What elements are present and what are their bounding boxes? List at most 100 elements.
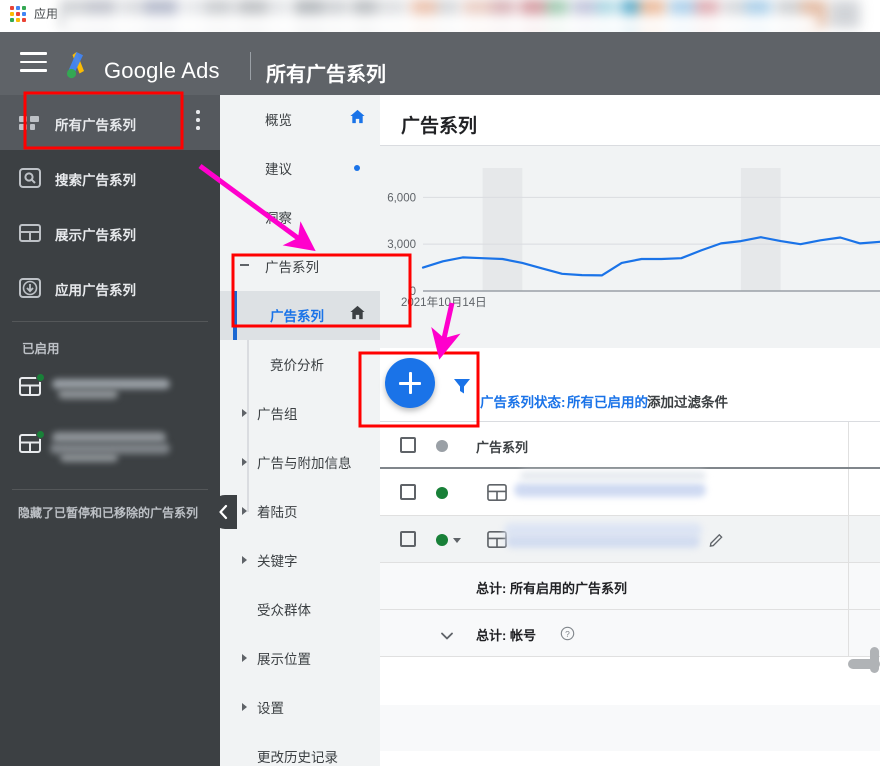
- performance-line-chart[interactable]: 03,0006,0002021年10月14日: [380, 146, 880, 348]
- search-campaign-icon: [19, 168, 41, 188]
- filter-funnel-icon[interactable]: [452, 376, 472, 396]
- edit-pencil-icon[interactable]: [709, 532, 724, 547]
- redacted-campaign-name: [52, 432, 166, 443]
- chevron-right-icon[interactable]: [242, 703, 247, 711]
- redacted-campaign-name: [520, 471, 706, 481]
- nav-item-settings[interactable]: 设置: [220, 683, 380, 732]
- more-options-icon[interactable]: [196, 110, 200, 136]
- nav-item-keywords[interactable]: 关键字: [220, 536, 380, 585]
- chevron-right-icon[interactable]: [242, 556, 247, 564]
- nav-item-label: 设置: [257, 701, 284, 716]
- redacted-campaign-name: [52, 379, 170, 389]
- nav-item-recommendations[interactable]: 建议: [220, 144, 380, 193]
- status-dropdown-icon[interactable]: [453, 538, 461, 543]
- nav-item-campaigns[interactable]: 广告系列: [220, 291, 380, 340]
- nav-item-label: 概览: [265, 113, 292, 128]
- chevron-right-icon[interactable]: [242, 409, 247, 417]
- y-axis-tick-label: 6,000: [387, 192, 416, 204]
- app-root: 应用 Google Ads 所有广告系列 所有广告系列 搜索广告系列 展示广告系…: [0, 0, 880, 766]
- nav-item-landing-pages[interactable]: 着陆页: [220, 487, 380, 536]
- column-divider: [848, 469, 849, 516]
- select-all-checkbox[interactable]: [400, 437, 416, 453]
- sidebar-campaign-item[interactable]: [0, 420, 220, 477]
- weekend-band: [740, 168, 781, 291]
- status-dot-enabled: [36, 373, 45, 382]
- bookmark-blur-sheen: [60, 14, 820, 32]
- home-icon[interactable]: [349, 304, 366, 321]
- nav-item-label: 广告系列: [270, 309, 324, 324]
- chevron-right-icon[interactable]: [242, 654, 247, 662]
- account-title: 所有广告系列: [266, 64, 386, 86]
- status-dot-enabled[interactable]: [436, 534, 448, 546]
- row-checkbox[interactable]: [400, 484, 416, 500]
- nav-item-campaigns-group[interactable]: 广告系列: [220, 242, 380, 291]
- apps-grid-icon[interactable]: [10, 6, 28, 24]
- nav-item-label: 竞价分析: [270, 358, 324, 373]
- nav-item-ads-and-extensions[interactable]: 广告与附加信息: [220, 438, 380, 487]
- nav-item-insights[interactable]: 洞察: [220, 193, 380, 242]
- sidebar-item-all-campaigns[interactable]: 所有广告系列: [0, 95, 220, 150]
- page-nav: 概览 建议 洞察 广告系列 广告系列 竞价分析 广告组 广告与附加信息 着陆页 …: [220, 95, 380, 766]
- nav-item-label: 着陆页: [257, 505, 298, 520]
- nav-item-label: 受众群体: [257, 603, 311, 618]
- nav-item-label: 广告系列: [265, 260, 319, 275]
- bookmark-apps-label[interactable]: 应用: [34, 5, 58, 22]
- nav-item-label: 更改历史记录: [257, 750, 338, 765]
- redacted-campaign-name: [506, 535, 700, 548]
- row-checkbox[interactable]: [400, 531, 416, 547]
- redacted-campaign-name: [514, 483, 706, 497]
- sidebar-section-header: 已启用: [22, 342, 60, 356]
- nav-item-change-history[interactable]: 更改历史记录: [220, 732, 380, 766]
- table-row[interactable]: [380, 469, 880, 516]
- app-campaign-icon: [19, 278, 41, 298]
- y-axis-tick-label: 3,000: [387, 239, 416, 251]
- filter-chip-value[interactable]: 所有已启用的: [567, 391, 648, 411]
- nav-item-placements[interactable]: 展示位置: [220, 634, 380, 683]
- sidebar-collapse-button[interactable]: [211, 495, 237, 529]
- add-filter-button[interactable]: 添加过滤条件: [647, 391, 728, 411]
- sidebar-item-search-campaigns[interactable]: 搜索广告系列: [0, 150, 220, 205]
- column-header-campaign[interactable]: 广告系列: [476, 437, 528, 456]
- sidebar-item-display-campaigns[interactable]: 展示广告系列: [0, 205, 220, 260]
- account-sidebar: 所有广告系列 搜索广告系列 展示广告系列 应用广告系列 已启用 隐藏了已暂停和已…: [0, 95, 220, 766]
- home-icon[interactable]: [349, 108, 366, 125]
- all-campaigns-icon: [19, 116, 39, 130]
- table-row[interactable]: [380, 516, 880, 563]
- display-campaign-icon: [487, 483, 507, 502]
- chevron-right-icon[interactable]: [242, 507, 247, 515]
- app-header: Google Ads 所有广告系列: [0, 32, 880, 95]
- status-dot-enabled[interactable]: [436, 487, 448, 499]
- nav-item-ad-groups[interactable]: 广告组: [220, 389, 380, 438]
- filter-toolbar: [380, 349, 880, 422]
- help-circle-icon[interactable]: ?: [560, 626, 575, 641]
- vertical-scrollbar-track[interactable]: [868, 95, 880, 766]
- nav-item-auction-insights[interactable]: 竞价分析: [220, 340, 380, 389]
- sidebar-item-label: 应用广告系列: [55, 283, 136, 298]
- nav-item-overview[interactable]: 概览: [220, 95, 380, 144]
- total-enabled-label: 总计: 所有启用的广告系列: [476, 581, 627, 596]
- nav-item-audiences[interactable]: 受众群体: [220, 585, 380, 634]
- campaigns-table: 广告系列 总计: 所有启用的广告系列 总计: 帐号 ?: [380, 422, 880, 751]
- main-content: 广告系列 0 3,000 6,000 2021年10月14日 广告系列状态: 所有已启…: [380, 95, 880, 766]
- table-header-row: 广告系列: [380, 422, 880, 469]
- nav-item-label: 关键字: [257, 554, 298, 569]
- chevron-down-icon[interactable]: [240, 264, 249, 266]
- chevron-right-icon[interactable]: [242, 458, 247, 466]
- add-campaign-button[interactable]: [385, 358, 435, 408]
- table-blank-row-2: [380, 705, 880, 751]
- sidebar-campaign-item[interactable]: [0, 363, 220, 420]
- vertical-scrollbar-thumb[interactable]: [870, 647, 879, 673]
- total-account-row: 总计: 帐号 ?: [380, 610, 880, 657]
- chevron-left-icon: [219, 504, 228, 520]
- total-account-label: 总计: 帐号: [476, 628, 536, 643]
- chevron-down-icon[interactable]: [438, 627, 456, 645]
- google-ads-logo: [66, 52, 84, 79]
- column-divider: [848, 516, 849, 563]
- status-dot-enabled: [36, 430, 45, 439]
- column-divider: [848, 610, 849, 657]
- hamburger-icon[interactable]: [20, 52, 47, 74]
- sidebar-item-app-campaigns[interactable]: 应用广告系列: [0, 260, 220, 315]
- redacted-campaign-name: [60, 453, 118, 462]
- sidebar-item-label: 搜索广告系列: [55, 173, 136, 188]
- performance-chart-card: 0 3,000 6,000 2021年10月14日: [380, 146, 880, 348]
